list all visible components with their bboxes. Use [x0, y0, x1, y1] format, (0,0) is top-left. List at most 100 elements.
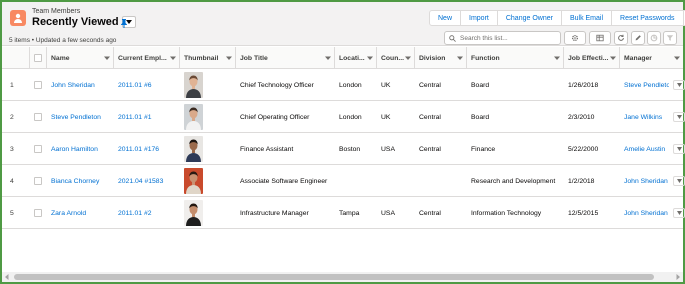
row-number: 2	[10, 113, 14, 121]
employment-link[interactable]: 2011.01 #1	[114, 101, 180, 133]
column-header-job-effective-date[interactable]: Job Effecti...	[564, 47, 620, 69]
employment-link[interactable]: 2011.01 #176	[114, 133, 180, 165]
change-owner-button[interactable]: Change Owner	[497, 10, 562, 26]
chevron-down-icon[interactable]	[610, 55, 616, 61]
manager-link[interactable]: Jane Wilkins	[620, 101, 669, 133]
column-label: Current Empl...	[118, 54, 167, 62]
row-actions-button[interactable]	[673, 208, 685, 218]
column-header-select[interactable]	[30, 47, 47, 69]
job-effective-date: 1/2/2018	[568, 177, 595, 185]
display-as-button[interactable]	[589, 31, 611, 45]
bulk-email-button[interactable]: Bulk Email	[561, 10, 613, 26]
list-view-name[interactable]: Recently Viewed	[32, 16, 119, 28]
row-actions-button[interactable]	[673, 144, 685, 154]
division	[415, 165, 467, 197]
chevron-down-icon[interactable]	[170, 55, 176, 61]
pin-icon[interactable]	[119, 18, 129, 28]
table-row[interactable]: 2 Steve Pendleton 2011.01 #1 Chief Operatin…	[2, 101, 685, 133]
import-button[interactable]: Import	[461, 10, 498, 26]
chevron-down-icon[interactable]	[554, 55, 560, 61]
column-header-function[interactable]: Function	[467, 47, 564, 69]
row-select-cell	[30, 165, 47, 197]
employment-link[interactable]: 2021.04 #1583	[114, 165, 180, 197]
row-actions-cell	[669, 69, 685, 101]
country	[377, 165, 415, 197]
manager-link[interactable]: John Sheridan	[620, 165, 669, 197]
chevron-down-icon	[676, 115, 682, 119]
employee-name-link[interactable]: Aaron Hamilton	[47, 133, 114, 165]
row-select-cell	[30, 101, 47, 133]
row-number: 4	[10, 177, 14, 185]
country: USA	[381, 209, 395, 217]
row-actions-button[interactable]	[673, 112, 685, 122]
function: Finance	[471, 145, 496, 153]
table-row[interactable]: 1 John Sheridan 2011.01 #6 Chief Technology…	[2, 69, 685, 101]
employment-link[interactable]: 2011.01 #6	[114, 69, 180, 101]
chevron-down-icon[interactable]	[457, 55, 463, 61]
job-effective-date: 1/26/2018	[568, 81, 599, 89]
column-header-name[interactable]: Name	[47, 47, 114, 69]
employee-name-link[interactable]: Zara Arnold	[47, 197, 114, 229]
chevron-down-icon	[676, 83, 682, 87]
row-actions-button[interactable]	[673, 80, 685, 90]
search-input[interactable]: Search this list...	[444, 31, 561, 45]
column-header-job-title[interactable]: Job Title	[236, 47, 335, 69]
division: Central	[419, 113, 441, 121]
row-checkbox[interactable]	[34, 209, 42, 217]
chevron-down-icon[interactable]	[104, 55, 110, 61]
column-header-current-employment[interactable]: Current Empl...	[114, 47, 180, 69]
country: UK	[381, 81, 391, 89]
row-checkbox[interactable]	[34, 177, 42, 185]
row-actions-cell	[669, 165, 685, 197]
manager-link[interactable]: Steve Pendleton	[620, 69, 669, 101]
chevron-down-icon	[676, 211, 682, 215]
new-button[interactable]: New	[429, 10, 462, 26]
row-checkbox[interactable]	[34, 81, 42, 89]
column-header-thumbnail[interactable]: Thumbnail	[180, 47, 236, 69]
select-all-checkbox[interactable]	[34, 54, 42, 62]
chevron-down-icon[interactable]	[367, 55, 373, 61]
column-header-rownum	[2, 47, 30, 69]
row-checkbox[interactable]	[34, 113, 42, 121]
row-checkbox[interactable]	[34, 145, 42, 153]
chevron-down-icon[interactable]	[405, 55, 411, 61]
table-row[interactable]: 3 Aaron Hamilton 2011.01 #176 Finance Assis…	[2, 133, 685, 165]
list-settings-button[interactable]	[564, 31, 586, 45]
reset-passwords-button[interactable]: Reset Passwords	[612, 10, 684, 26]
row-actions-button[interactable]	[673, 176, 685, 186]
employment-link[interactable]: 2011.01 #2	[114, 197, 180, 229]
table-row[interactable]: 4 Bianca Chorney 2021.04 #1583 Associate So…	[2, 165, 685, 197]
chevron-down-icon[interactable]	[226, 55, 232, 61]
employee-name-link[interactable]: Steve Pendleton	[47, 101, 114, 133]
job-effective-date: 5/22/2000	[568, 145, 599, 153]
employee-name-link[interactable]: Bianca Chorney	[47, 165, 114, 197]
search-placeholder: Search this list...	[460, 34, 508, 42]
refresh-button[interactable]	[614, 31, 628, 45]
charts-button[interactable]	[647, 31, 661, 45]
horizontal-scrollbar[interactable]	[2, 272, 683, 282]
filter-icon	[666, 35, 674, 41]
chevron-down-icon	[676, 147, 682, 151]
row-number: 5	[10, 209, 14, 217]
function: Board	[471, 113, 490, 121]
division: Central	[419, 209, 441, 217]
column-label: Division	[419, 54, 446, 62]
table-row[interactable]: 5 Zara Arnold 2011.01 #2 Infrastructure Man…	[2, 197, 685, 229]
employee-name-link[interactable]: John Sheridan	[47, 69, 114, 101]
manager-link[interactable]: John Sheridan	[620, 197, 669, 229]
column-header-manager[interactable]: Manager	[620, 47, 683, 69]
column-header-country[interactable]: Coun...	[377, 47, 415, 69]
manager-link[interactable]: Amelie Austin	[620, 133, 669, 165]
scroll-right-icon[interactable]	[675, 274, 681, 280]
inline-edit-button[interactable]	[631, 31, 645, 45]
thumbnail-cell	[180, 197, 236, 229]
column-header-location[interactable]: Locati...	[335, 47, 377, 69]
scrollbar-thumb[interactable]	[14, 274, 654, 280]
chevron-down-icon[interactable]	[674, 55, 680, 61]
scroll-left-icon[interactable]	[4, 274, 10, 280]
chevron-down-icon[interactable]	[325, 55, 331, 61]
row-number: 1	[10, 81, 14, 89]
function: Research and Development	[471, 177, 556, 185]
filters-button[interactable]	[663, 31, 677, 45]
column-header-division[interactable]: Division	[415, 47, 467, 69]
